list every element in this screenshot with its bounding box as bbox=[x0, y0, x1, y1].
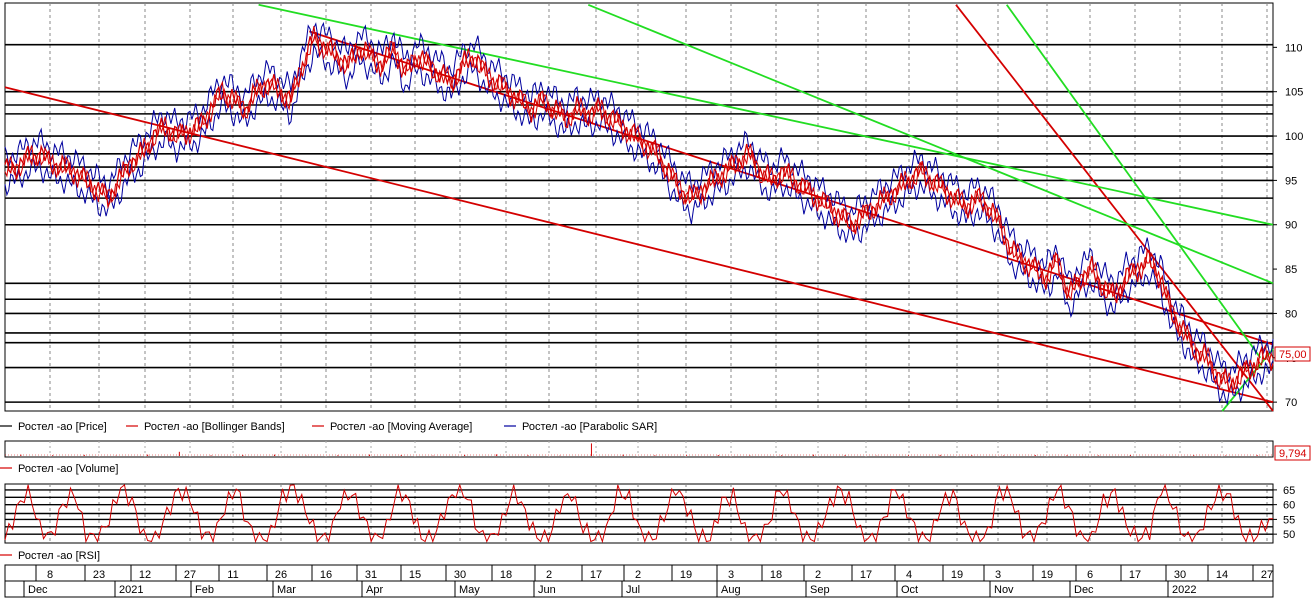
legend-entry: Ростел -ао [Moving Average] bbox=[330, 421, 472, 433]
month-tick-label: Dec bbox=[28, 584, 48, 596]
day-tick-label: 14 bbox=[1216, 569, 1228, 581]
day-tick-label: 26 bbox=[275, 569, 287, 581]
day-tick-label: 23 bbox=[93, 569, 105, 581]
day-tick-label: 2 bbox=[635, 569, 641, 581]
day-tick-label: 2 bbox=[546, 569, 552, 581]
price-tick-label: 85 bbox=[1285, 264, 1297, 276]
legend-entry: Ростел -ао [RSI] bbox=[18, 550, 100, 562]
price-tick-label: 95 bbox=[1285, 175, 1297, 187]
day-tick-label: 11 bbox=[227, 569, 238, 581]
day-tick-label: 19 bbox=[1041, 569, 1053, 581]
day-tick-label: 6 bbox=[1087, 569, 1093, 581]
price-tick-label: 90 bbox=[1285, 220, 1297, 232]
day-tick-label: 19 bbox=[951, 569, 963, 581]
rsi-tick-label: 50 bbox=[1283, 529, 1295, 541]
day-tick-label: 27 bbox=[1261, 569, 1273, 581]
day-tick-label: 2 bbox=[815, 569, 821, 581]
legend-entry: Ростел -ао [Bollinger Bands] bbox=[144, 421, 285, 433]
rsi-tick-label: 60 bbox=[1283, 500, 1295, 512]
month-tick-label: Dec bbox=[1074, 584, 1094, 596]
stock-chart: 707580859095100105110 Ростел -ао [Price]… bbox=[0, 2, 1311, 598]
volume-panel-frame bbox=[4, 440, 1274, 458]
day-tick-label: 27 bbox=[184, 569, 196, 581]
day-tick-label: 16 bbox=[320, 569, 332, 581]
month-tick-label: Nov bbox=[994, 584, 1014, 596]
day-tick-label: 3 bbox=[728, 569, 734, 581]
rsi-tick-label: 65 bbox=[1283, 485, 1295, 497]
day-tick-label: 8 bbox=[47, 569, 53, 581]
month-tick-label: Jun bbox=[538, 584, 556, 596]
legend-entry: Ростел -ао [Price] bbox=[18, 421, 107, 433]
day-tick-label: 30 bbox=[454, 569, 466, 581]
month-tick-label: 2021 bbox=[119, 584, 143, 596]
day-tick-label: 30 bbox=[1174, 569, 1186, 581]
price-tick-label: 80 bbox=[1285, 308, 1297, 320]
day-tick-label: 31 bbox=[365, 569, 377, 581]
month-tick-label: Feb bbox=[195, 584, 214, 596]
rsi-tick-label: 55 bbox=[1283, 514, 1295, 526]
legend-entry: Ростел -ао [Parabolic SAR] bbox=[522, 421, 657, 433]
rsi-legend: Ростел -ао [RSI] bbox=[0, 550, 100, 562]
price-tick-label: 70 bbox=[1285, 397, 1297, 409]
price-panel-frame bbox=[4, 2, 1274, 412]
price-last-value-label: 75,00 bbox=[1279, 349, 1307, 361]
day-tick-label: 17 bbox=[860, 569, 872, 581]
month-tick-label: Mar bbox=[277, 584, 296, 596]
month-tick-label: May bbox=[459, 584, 480, 596]
day-tick-label: 18 bbox=[770, 569, 782, 581]
price-tick-label: 110 bbox=[1285, 42, 1303, 54]
day-tick-label: 15 bbox=[409, 569, 421, 581]
day-tick-label: 19 bbox=[680, 569, 692, 581]
month-tick-label: 2022 bbox=[1172, 584, 1196, 596]
month-tick-label: Sep bbox=[810, 584, 830, 596]
day-tick-label: 17 bbox=[1129, 569, 1141, 581]
day-tick-label: 18 bbox=[500, 569, 512, 581]
day-tick-label: 17 bbox=[590, 569, 602, 581]
day-tick-label: 12 bbox=[139, 569, 151, 581]
day-tick-label: 4 bbox=[906, 569, 912, 581]
volume-legend: Ростел -ао [Volume] bbox=[0, 463, 118, 475]
price-legend: Ростел -ао [Price] Ростел -ао [Bollinger … bbox=[0, 421, 657, 433]
day-tick-label: 3 bbox=[995, 569, 1001, 581]
month-tick-label: Aug bbox=[721, 584, 741, 596]
legend-entry: Ростел -ао [Volume] bbox=[18, 463, 118, 475]
price-tick-label: 105 bbox=[1285, 87, 1303, 99]
price-tick-label: 100 bbox=[1285, 131, 1303, 143]
volume-last-value-label: 9,794 bbox=[1279, 448, 1307, 460]
month-tick-label: Jul bbox=[626, 584, 640, 596]
month-tick-label: Oct bbox=[901, 584, 918, 596]
month-tick-label: Apr bbox=[366, 584, 383, 596]
rsi-y-axis: 50 55 60 65 bbox=[1273, 485, 1295, 541]
